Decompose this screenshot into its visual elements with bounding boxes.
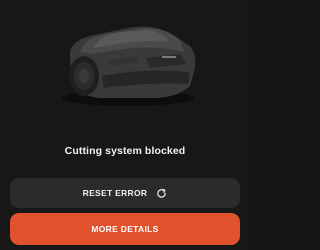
- error-screen: Cutting system blocked RESET ERROR MORE …: [0, 0, 250, 250]
- more-details-button[interactable]: MORE DETAILS: [10, 213, 240, 245]
- refresh-icon: [157, 188, 167, 198]
- more-details-label: MORE DETAILS: [91, 224, 159, 234]
- reset-error-button[interactable]: RESET ERROR: [10, 178, 240, 208]
- reset-error-label: RESET ERROR: [82, 188, 148, 198]
- error-message: Cutting system blocked: [64, 145, 186, 157]
- robotic-lawn-mower-icon: [62, 26, 196, 106]
